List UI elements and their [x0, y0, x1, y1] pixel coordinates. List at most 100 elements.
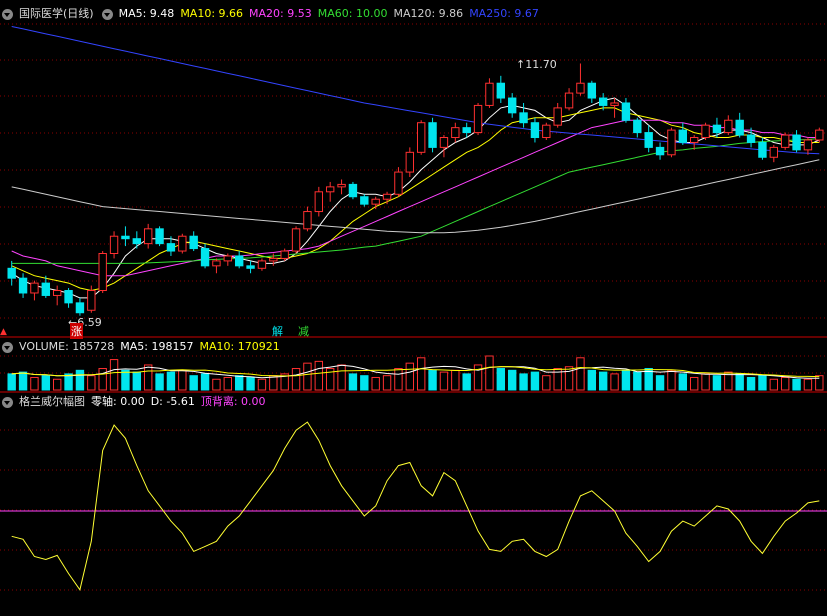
candle-body [189, 235, 198, 250]
volume-bar [269, 375, 278, 391]
main-legend-item-5: MA250: 9.67 [469, 7, 539, 20]
volume-bar [803, 378, 813, 391]
candle-body [428, 122, 437, 148]
volume-bar [132, 371, 142, 391]
candle-body [769, 146, 779, 158]
candle-body [803, 139, 813, 151]
volume-legend-item-1: MA10: 170921 [199, 340, 280, 353]
volume-bar [405, 362, 415, 391]
indicator-legend-item-0: 零轴: 0.00 [91, 395, 145, 408]
volume-bar [348, 373, 358, 391]
volume-bar [792, 378, 801, 391]
volume-bar [780, 376, 790, 391]
indicator-legend: 格兰威尔幅图 零轴: 0.00 D: -5.61 顶背离: 0.00 [0, 394, 272, 410]
volume-bar [189, 375, 198, 391]
volume-bar [109, 359, 119, 391]
candle-body [553, 107, 562, 126]
volume-bar [735, 373, 744, 391]
candle-body [7, 267, 16, 279]
candle-body [519, 112, 528, 124]
candle-body [394, 171, 403, 195]
volume-bar [530, 371, 540, 391]
volume-title: VOLUME: 185728 [19, 340, 115, 353]
volume-bar [121, 369, 130, 391]
candle-body [132, 238, 142, 245]
volume-bar [87, 375, 96, 391]
candle-body [598, 97, 608, 106]
volume-bar [667, 369, 676, 391]
volume-bar [155, 373, 164, 391]
candle-body [30, 282, 39, 294]
volume-bar [360, 375, 369, 391]
volume-bar [371, 376, 380, 391]
signal-zhang: 涨 [70, 323, 83, 339]
candle-body [87, 290, 96, 311]
candle-body [678, 129, 688, 143]
volume-bar [701, 373, 710, 391]
candle-body [18, 277, 28, 294]
volume-bar [212, 378, 221, 391]
candle-body [98, 253, 107, 292]
main-title: 国际医学(日线) [19, 7, 94, 20]
collapse-icon[interactable] [2, 396, 13, 408]
volume-bar [621, 369, 631, 391]
settings-dropdown-icon[interactable] [101, 8, 113, 20]
candle-body [41, 282, 51, 296]
volume-bar [462, 373, 471, 391]
candle-body [257, 260, 267, 269]
candle-body [52, 290, 62, 296]
volume-bar [758, 375, 767, 391]
stock-chart [0, 23, 827, 592]
volume-bar [64, 373, 73, 391]
indicator-legend-item-2: 顶背离: 0.00 [200, 395, 266, 408]
volume-bar [7, 373, 16, 391]
volume-bar [712, 375, 722, 391]
scroll-up-icon[interactable]: ▲ [0, 327, 7, 337]
volume-bar [291, 368, 301, 391]
candle-body [815, 129, 824, 141]
collapse-icon[interactable] [2, 8, 13, 20]
volume-bar [30, 376, 39, 391]
candle-body [451, 127, 460, 139]
main-legend: 国际医学(日线) MA5: 9.48 MA10: 9.66 MA20: 9.53 MA… [0, 6, 545, 22]
candle-body [621, 102, 631, 121]
volume-bar [769, 378, 779, 391]
ma-line-ma120 [11, 159, 820, 234]
indicator-title: 格兰威尔幅图 [19, 395, 85, 408]
collapse-icon[interactable] [2, 341, 13, 353]
candle-body [325, 186, 335, 193]
candle-body [269, 257, 278, 262]
candle-body [610, 102, 619, 106]
volume-bar [143, 364, 153, 391]
volume-bar [382, 375, 392, 391]
candle-body [746, 134, 756, 143]
candle-body [655, 146, 665, 156]
volume-bar [200, 373, 210, 391]
high-price-label: ↑11.70 [516, 58, 557, 71]
candle-body [689, 137, 699, 143]
candle-body [121, 235, 130, 240]
volume-legend-items: MA5: 198157 MA10: 170921 [120, 339, 285, 355]
volume-legend-item-0: MA5: 198157 [120, 340, 194, 353]
candle-body [291, 228, 301, 252]
candle-body [155, 228, 164, 245]
main-legend-item-3: MA60: 10.00 [317, 7, 388, 20]
volume-bar [689, 376, 699, 391]
candle-body [178, 235, 187, 252]
candle-body [462, 127, 471, 134]
volume-bar [52, 378, 62, 391]
candle-body [564, 92, 574, 109]
ma-line-ma60 [11, 138, 820, 264]
candle-body [337, 183, 346, 188]
volume-bar [337, 364, 346, 391]
candle-body [735, 119, 744, 136]
volume-bar [519, 373, 528, 391]
volume-bar [257, 378, 267, 391]
volume-bar [178, 369, 187, 391]
indicator-legend-items: 零轴: 0.00 D: -5.61 顶背离: 0.00 [91, 394, 272, 410]
candle-body [496, 82, 506, 99]
main-legend-items: MA5: 9.48 MA10: 9.66 MA20: 9.53 MA60: 10.00… [119, 6, 545, 22]
candle-body [64, 290, 73, 304]
main-legend-item-1: MA10: 9.66 [180, 7, 244, 20]
candle-body [371, 198, 380, 205]
